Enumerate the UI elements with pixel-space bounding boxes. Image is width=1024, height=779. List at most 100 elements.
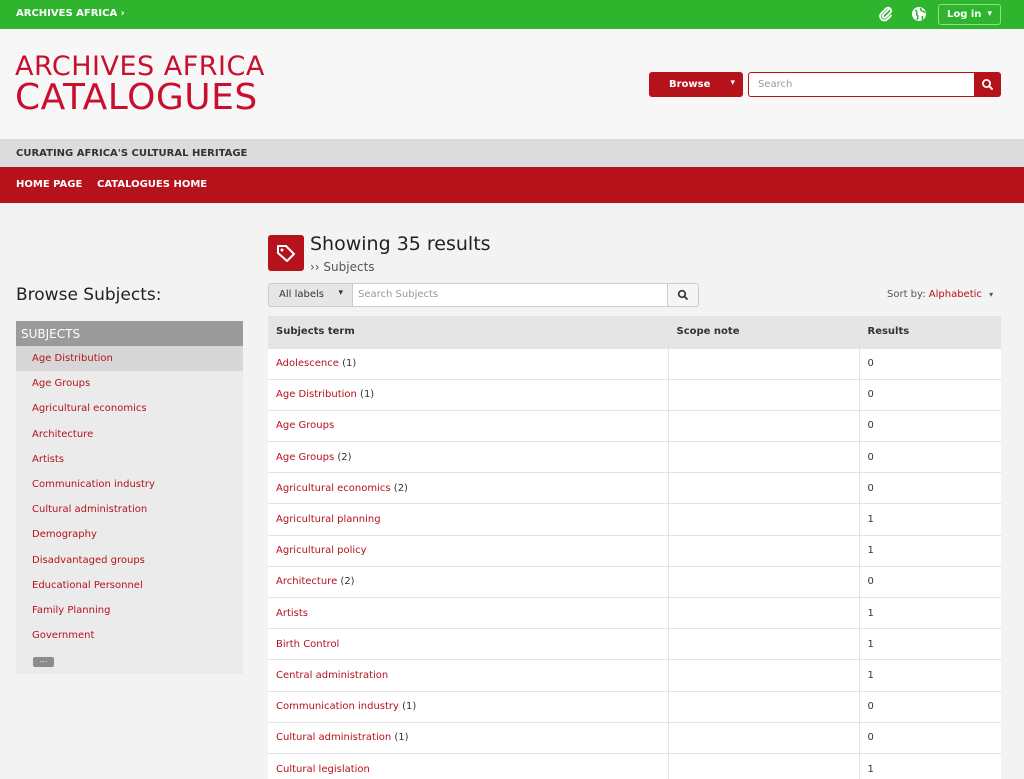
search-icon — [677, 289, 688, 300]
top-bar: ARCHIVES AFRICA › Log in ▾ — [0, 0, 1024, 29]
search-input[interactable]: Search — [748, 72, 974, 97]
scope-note-cell — [667, 752, 859, 779]
results-cell: 0 — [858, 409, 1001, 442]
subject-term-count: (1) — [394, 732, 409, 744]
table-row: Adolescence (1) 0 — [268, 347, 1001, 380]
results-cell: 1 — [858, 596, 1001, 629]
column-header-term[interactable]: Subjects term — [268, 316, 668, 348]
tagline: CURATING AFRICA'S CULTURAL HERITAGE — [16, 148, 248, 159]
facet-item[interactable]: Architecture — [16, 422, 243, 447]
browse-label: Browse — [669, 79, 711, 90]
subject-term-count: (1) — [342, 358, 357, 370]
nav-home-page[interactable]: HOME PAGE — [16, 179, 82, 190]
tagline-bar: CURATING AFRICA'S CULTURAL HERITAGE — [0, 139, 1024, 167]
facet-item[interactable]: Age Groups — [16, 371, 243, 396]
results-cell: 0 — [858, 690, 1001, 723]
facet-item[interactable]: Family Planning — [16, 598, 243, 623]
table-row: Cultural administration (1) 0 — [268, 721, 1001, 754]
subject-term-link[interactable]: Adolescence — [276, 358, 339, 369]
subject-term-count: (2) — [393, 482, 408, 494]
subject-term-cell: Communication industry (1) — [268, 690, 668, 723]
subjects-search-button[interactable] — [667, 283, 699, 307]
facet-item[interactable]: Disadvantaged groups — [16, 548, 243, 573]
subjects-search-input[interactable]: Search Subjects — [352, 283, 668, 307]
scope-note-cell — [667, 565, 859, 598]
results-cell: 0 — [858, 472, 1001, 504]
subject-term-link[interactable]: Age Groups — [276, 452, 334, 463]
nav-catalogues-home[interactable]: CATALOGUES HOME — [97, 179, 207, 190]
browse-button[interactable]: Browse ▾ — [649, 72, 743, 97]
subject-term-cell: Cultural administration (1) — [268, 721, 668, 754]
subject-term-link[interactable]: Communication industry — [276, 701, 399, 712]
more-button[interactable]: ... — [33, 656, 54, 667]
facet-item[interactable]: Demography — [16, 522, 243, 547]
column-header-scope[interactable]: Scope note — [667, 316, 859, 348]
results-cell: 1 — [858, 659, 1001, 692]
chevron-down-icon[interactable]: ▾ — [989, 290, 993, 299]
chevron-down-icon: ▾ — [730, 78, 735, 88]
table-row: Age Groups (2) 0 — [268, 441, 1001, 473]
chevron-down-icon: ▾ — [987, 9, 992, 19]
subject-term-link[interactable]: Agricultural policy — [276, 545, 367, 556]
results-cell: 1 — [858, 534, 1001, 567]
table-row: Age Groups 0 — [268, 409, 1001, 442]
subject-term-link[interactable]: Agricultural planning — [276, 514, 381, 525]
subject-term-cell: Age Groups (2) — [268, 441, 668, 473]
browse-subjects-heading: Browse Subjects: — [16, 285, 162, 305]
subject-term-cell: Birth Control — [268, 628, 668, 660]
scope-note-cell — [667, 409, 859, 442]
table-row: Agricultural planning 1 — [268, 503, 1001, 536]
login-button[interactable]: Log in ▾ — [938, 4, 1001, 25]
scope-note-cell — [667, 596, 859, 629]
globe-icon[interactable] — [911, 6, 927, 22]
labels-dropdown[interactable]: All labels ▾ — [268, 283, 353, 307]
facet-item[interactable]: Cultural administration — [16, 497, 243, 522]
scope-note-cell — [667, 721, 859, 754]
tag-icon — [268, 235, 304, 271]
scope-note-cell — [667, 534, 859, 567]
sort-label: Sort by: — [887, 289, 926, 300]
facet-item[interactable]: Agricultural economics — [16, 396, 243, 421]
subject-term-link[interactable]: Agricultural economics — [276, 483, 391, 494]
subject-term-link[interactable]: Artists — [276, 608, 308, 619]
column-header-results[interactable]: Results — [858, 316, 1001, 348]
search-button[interactable] — [974, 72, 1001, 97]
table-row: Central administration 1 — [268, 659, 1001, 692]
scope-note-cell — [667, 503, 859, 536]
paperclip-icon[interactable] — [878, 6, 894, 22]
subject-term-cell: Age Distribution (1) — [268, 378, 668, 411]
labels-dropdown-label: All labels — [279, 289, 324, 300]
facet-title[interactable]: SUBJECTS — [16, 321, 243, 346]
table-row: Artists 1 — [268, 596, 1001, 629]
subject-term-cell: Agricultural policy — [268, 534, 668, 567]
subject-term-link[interactable]: Architecture — [276, 576, 337, 587]
facet-item[interactable]: Educational Personnel — [16, 573, 243, 598]
subject-term-link[interactable]: Birth Control — [276, 639, 339, 650]
facet-item[interactable]: Communication industry — [16, 472, 243, 497]
breadcrumb: ›› Subjects — [310, 260, 375, 274]
subject-term-cell: Architecture (2) — [268, 565, 668, 598]
subject-term-link[interactable]: Central administration — [276, 670, 388, 681]
archives-africa-home-link[interactable]: ARCHIVES AFRICA › — [16, 8, 125, 19]
subject-term-count: (1) — [360, 389, 375, 401]
subject-term-link[interactable]: Age Distribution — [276, 389, 357, 400]
sort-control[interactable]: Sort by: Alphabetic ▾ — [887, 289, 993, 300]
results-cell: 1 — [858, 503, 1001, 536]
subject-term-link[interactable]: Cultural legislation — [276, 764, 370, 775]
subject-term-cell: Cultural legislation — [268, 752, 668, 779]
subject-term-cell: Central administration — [268, 659, 668, 692]
facet-item[interactable]: Government — [16, 623, 243, 648]
facet-item[interactable]: Artists — [16, 447, 243, 472]
chevron-down-icon: ▾ — [338, 288, 343, 298]
results-cell: 0 — [858, 721, 1001, 754]
subject-term-link[interactable]: Cultural administration — [276, 732, 391, 743]
facet-item[interactable]: Age Distribution — [16, 346, 243, 372]
subject-term-cell: Agricultural planning — [268, 503, 668, 536]
table-row: Cultural legislation 1 — [268, 752, 1001, 779]
scope-note-cell — [667, 378, 859, 411]
sort-value[interactable]: Alphabetic — [929, 289, 982, 300]
subject-term-link[interactable]: Age Groups — [276, 420, 334, 431]
subject-term-cell: Agricultural economics (2) — [268, 472, 668, 504]
scope-note-cell — [667, 347, 859, 380]
site-logo[interactable]: ARCHIVES AFRICA CATALOGUES — [15, 51, 265, 116]
